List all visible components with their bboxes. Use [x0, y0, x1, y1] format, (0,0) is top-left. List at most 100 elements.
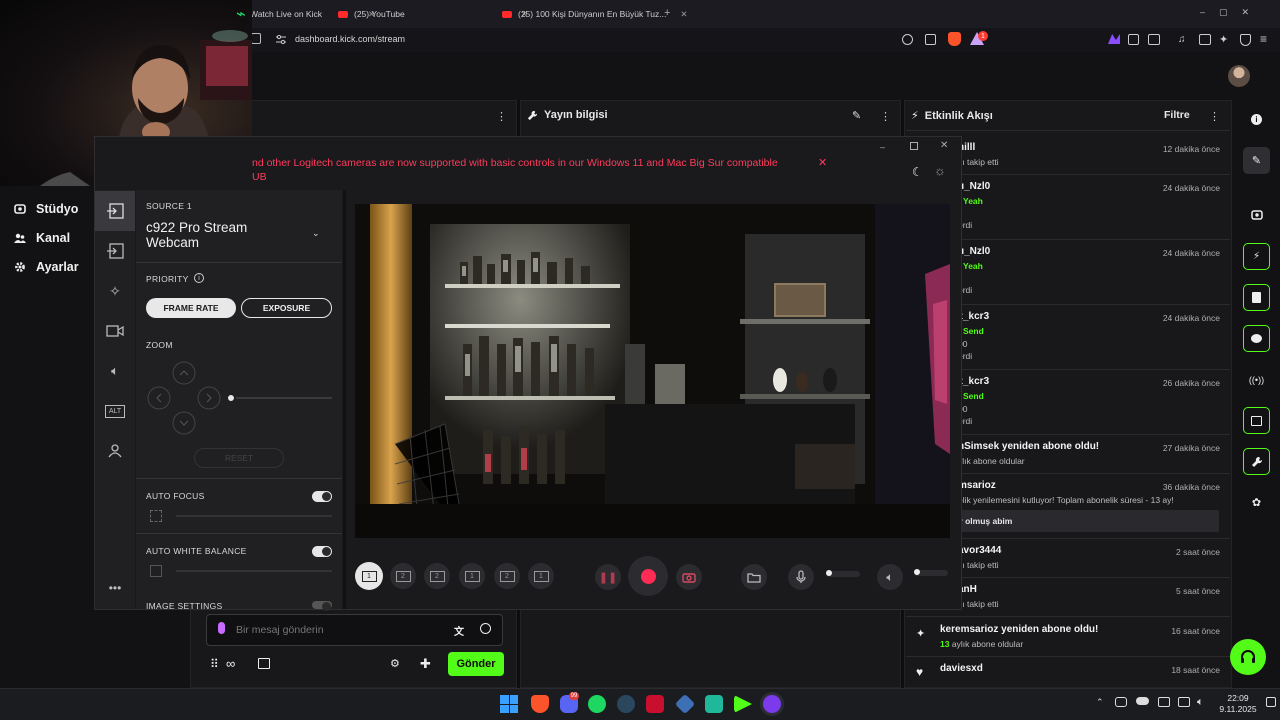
chevron-down-icon[interactable]: ⌄	[312, 228, 320, 239]
sun-icon[interactable]: ☼	[934, 163, 946, 178]
sync-icon[interactable]	[1115, 697, 1127, 707]
start-icon[interactable]	[500, 695, 518, 713]
info-icon[interactable]: i	[194, 273, 204, 283]
zoom-icon[interactable]	[902, 34, 913, 45]
maximize-icon[interactable]	[910, 142, 918, 150]
layout-1-button[interactable]: 1	[355, 562, 383, 590]
sidebar-panel-icon[interactable]	[1199, 34, 1211, 45]
window-controls[interactable]: –▢✕	[1200, 7, 1263, 18]
tab-youtube-video[interactable]: (25) 100 Kişi Dünyanın En Büyük Tuz... ✕	[502, 4, 687, 24]
edit-icon[interactable]: ✎	[852, 109, 861, 122]
more-options-icon[interactable]: ⋮	[1209, 110, 1220, 123]
display-icon[interactable]	[1158, 697, 1170, 707]
white-balance-slider[interactable]	[176, 570, 332, 572]
translate-icon[interactable]: 文	[454, 623, 464, 638]
speaker-icon[interactable]: 🔈︎	[95, 351, 135, 391]
url-field[interactable]: dashboard.kick.com/stream	[295, 34, 405, 44]
chat-input[interactable]	[236, 620, 436, 640]
layout-4-button[interactable]: 1	[459, 563, 485, 589]
effects-wand-icon[interactable]: ✧	[95, 271, 135, 311]
menu-icon[interactable]: ≡	[1260, 32, 1267, 46]
pause-button[interactable]: ❚❚	[595, 564, 621, 590]
record-button[interactable]	[628, 556, 668, 596]
vpn-shield-icon[interactable]	[1240, 34, 1251, 46]
zoom-slider-thumb[interactable]	[226, 393, 236, 403]
volume-icon[interactable]: 🔈︎	[1197, 696, 1204, 709]
network-icon[interactable]	[1178, 697, 1190, 707]
folder-button[interactable]	[741, 564, 767, 590]
speaker-button[interactable]: 🔈︎	[877, 564, 903, 590]
chevron-up-icon[interactable]: ⌃	[1096, 697, 1104, 708]
avatar[interactable]	[1228, 65, 1250, 87]
sparkle-icon[interactable]: ✦	[1219, 33, 1228, 46]
news-icon[interactable]	[646, 695, 664, 713]
close-icon[interactable]: ✕	[940, 140, 948, 151]
spotify-icon[interactable]	[588, 695, 606, 713]
microphone-button[interactable]	[788, 564, 814, 590]
snapshot-button[interactable]	[676, 564, 702, 590]
close-banner-icon[interactable]: ✕	[818, 156, 827, 169]
mic-volume-thumb[interactable]	[826, 570, 832, 576]
more-options-icon[interactable]: •••	[95, 568, 135, 608]
sidebar-toggle-icon[interactable]	[251, 33, 261, 44]
filter-button[interactable]: Filtre	[1164, 109, 1190, 121]
document-icon[interactable]	[1243, 284, 1270, 311]
chat-app-icon[interactable]	[705, 695, 723, 713]
clock[interactable]: 22:09 9.11.2025	[1216, 693, 1260, 715]
more-options-icon[interactable]: ⋮	[880, 110, 891, 123]
frame-rate-button[interactable]: FRAME RATE	[146, 298, 236, 318]
lightning-icon[interactable]: ⚡	[1243, 243, 1270, 270]
puzzle-icon[interactable]	[1128, 34, 1139, 45]
tab-youtube[interactable]: (25) YouTube ✕	[338, 4, 528, 24]
wrench-icon[interactable]	[1243, 448, 1270, 475]
layout-5-button[interactable]: 2	[494, 563, 520, 589]
music-icon[interactable]: ♫	[1178, 34, 1189, 45]
puzzle-icon[interactable]: ✚	[420, 656, 431, 672]
zoom-pan-control[interactable]	[146, 360, 222, 436]
brave-icon[interactable]	[531, 695, 549, 713]
wallet-icon[interactable]	[1148, 34, 1160, 45]
nav-item-channel[interactable]: Kanal	[14, 228, 70, 248]
speaker-volume-thumb[interactable]	[914, 569, 920, 575]
cloud-icon[interactable]	[1136, 697, 1149, 705]
shop-icon[interactable]	[258, 658, 270, 669]
new-tab-button[interactable]: +	[664, 7, 670, 19]
apps-icon[interactable]: ⠿	[210, 657, 219, 671]
microphone-icon[interactable]	[218, 622, 225, 634]
camera-icon[interactable]	[1243, 201, 1270, 228]
support-button[interactable]	[1230, 639, 1266, 675]
source-2-icon[interactable]	[95, 231, 135, 271]
zoom-slider-track[interactable]	[226, 397, 332, 399]
auto-white-balance-toggle[interactable]	[312, 546, 332, 557]
focus-slider[interactable]	[176, 515, 332, 517]
moon-icon[interactable]: ☾	[912, 165, 923, 179]
site-settings-icon[interactable]	[276, 35, 286, 44]
video-list-icon[interactable]	[1243, 407, 1270, 434]
info-icon[interactable]: i	[1243, 106, 1270, 133]
gear-icon[interactable]: ⚙	[390, 657, 400, 670]
alt-icon[interactable]: ALT	[95, 391, 135, 431]
layout-6-button[interactable]: 1	[528, 563, 554, 589]
infinity-icon[interactable]: ∞	[226, 656, 235, 671]
obs-icon[interactable]	[763, 695, 781, 713]
steam-icon[interactable]	[617, 695, 635, 713]
layout-2-button[interactable]: 2	[390, 563, 416, 589]
emoji-icon[interactable]	[480, 623, 491, 634]
nav-item-studio[interactable]: Stüdyo	[14, 199, 78, 219]
video-camera-icon[interactable]	[95, 311, 135, 351]
reset-button[interactable]: RESET	[194, 448, 284, 468]
brave-shield-icon[interactable]	[948, 32, 961, 46]
image-settings-toggle[interactable]	[312, 601, 332, 611]
send-button[interactable]: Gönder	[448, 652, 504, 676]
edit-icon[interactable]: ✎	[1243, 147, 1270, 174]
share-icon[interactable]	[925, 34, 936, 45]
apps-icon[interactable]: ✿	[1243, 489, 1270, 516]
layout-3-button[interactable]: 2	[424, 563, 450, 589]
auto-focus-toggle[interactable]	[312, 491, 332, 502]
minimize-icon[interactable]: –	[880, 142, 885, 152]
nav-item-settings[interactable]: Ayarlar	[14, 257, 79, 277]
more-options-icon[interactable]: ⋮	[496, 110, 507, 123]
source-1-icon[interactable]	[95, 191, 135, 231]
account-icon[interactable]	[95, 431, 135, 471]
broadcast-icon[interactable]: ((•))	[1243, 366, 1270, 393]
